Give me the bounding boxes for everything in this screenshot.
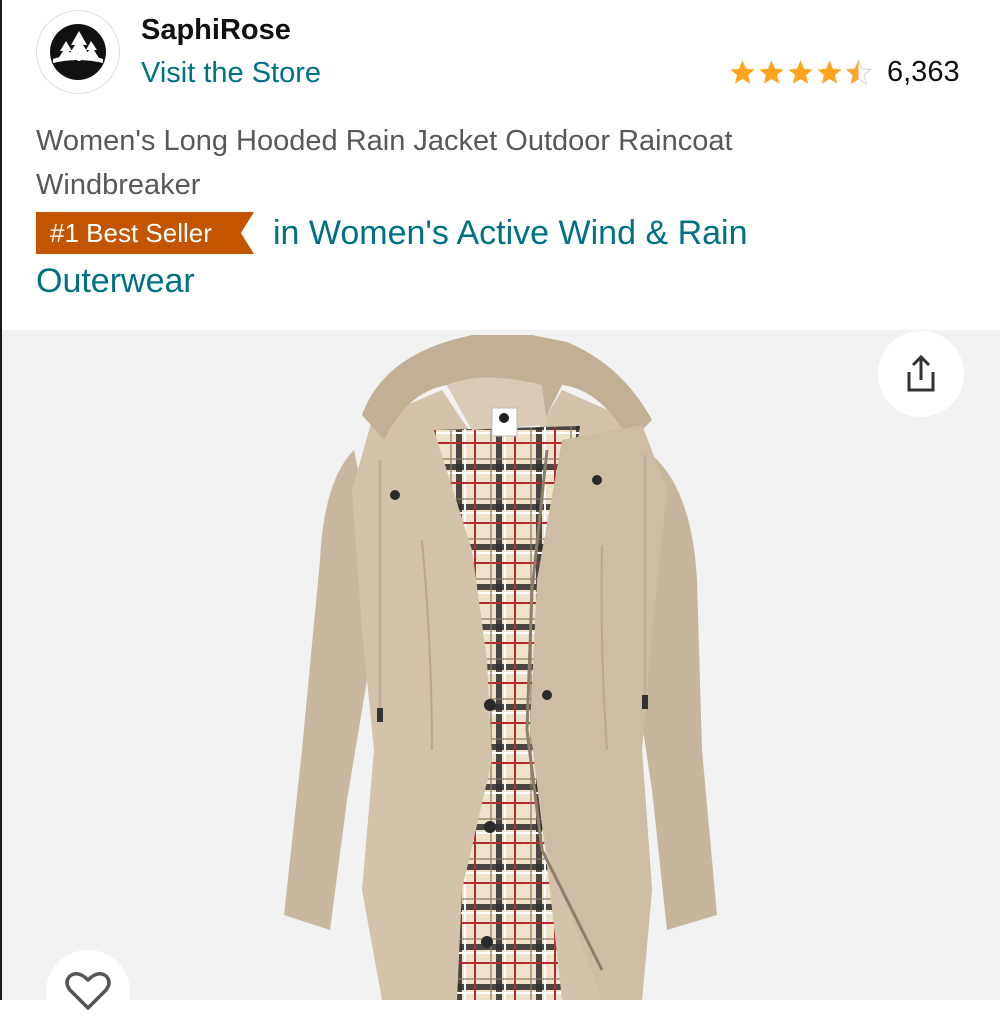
visit-store-link[interactable]: Visit the Store: [141, 57, 321, 90]
share-button[interactable]: [878, 331, 964, 417]
star-full-icon: [759, 60, 784, 84]
share-icon: [907, 354, 935, 392]
rating-count: 6,363: [887, 56, 960, 88]
rain-jacket-image: [284, 335, 717, 1000]
star-full-icon: [788, 60, 813, 84]
product-image[interactable]: [2, 330, 1000, 1000]
product-title: Women's Long Hooded Rain Jacket Outdoor …: [36, 125, 733, 201]
star-full-icon: [817, 60, 842, 84]
star-half-icon: [844, 58, 873, 85]
heart-icon: [65, 972, 111, 1010]
star-full-icon: [730, 60, 755, 84]
store-logo[interactable]: [36, 10, 120, 94]
trees-logo-icon: [50, 24, 106, 80]
star-rating: [728, 58, 873, 87]
best-seller-badge[interactable]: #1 Best Seller: [36, 212, 254, 254]
wishlist-button[interactable]: [46, 950, 130, 1034]
brand-name[interactable]: SaphiRose: [141, 14, 291, 47]
rating-summary[interactable]: 6,363: [728, 56, 960, 89]
